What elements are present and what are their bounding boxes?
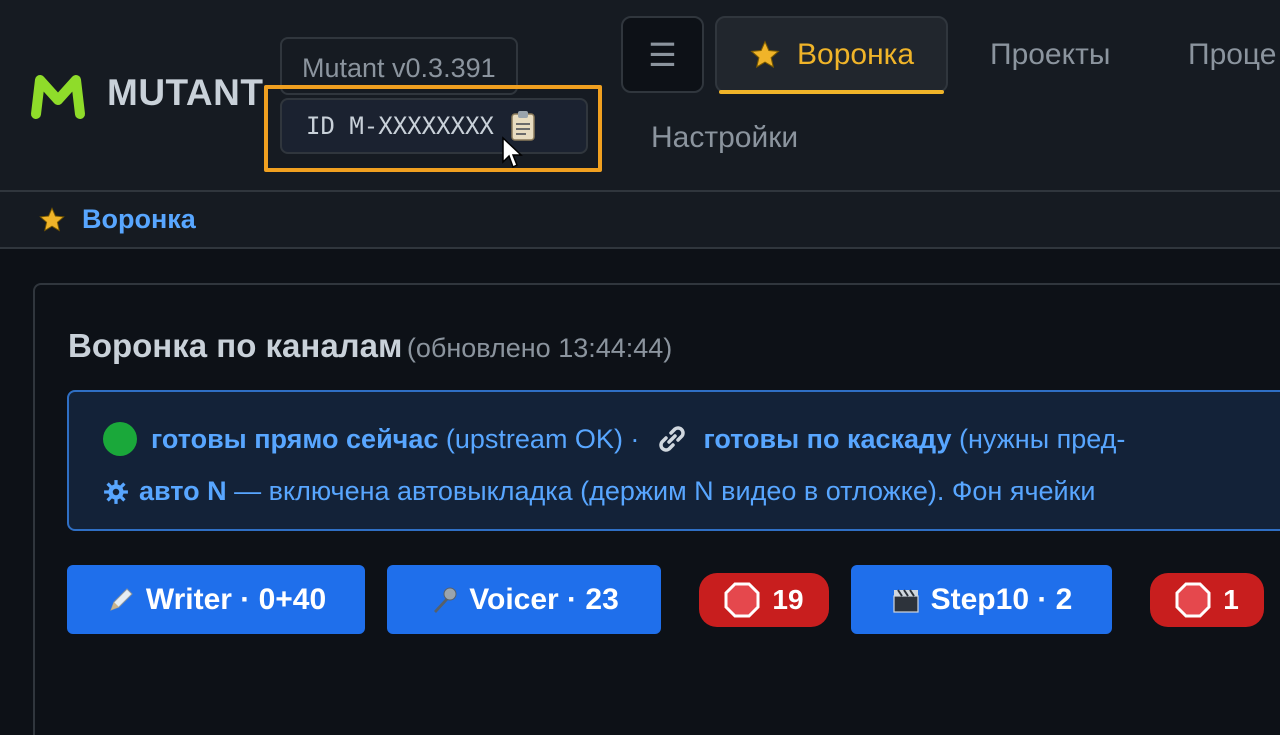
step10-stage-label: Step10 · 2 xyxy=(930,582,1073,616)
legend-ready-now: готовы прямо сейчас xyxy=(151,423,439,454)
legend-ready-cascade: готовы по каскаду xyxy=(703,423,952,454)
clapperboard-icon xyxy=(893,588,919,613)
legend-auto-note: — включена автовыкладка (держим N видео … xyxy=(226,476,1096,506)
blocked-count-badge[interactable]: 1 xyxy=(1150,573,1264,627)
star-icon xyxy=(39,206,65,231)
writer-stage-button[interactable]: Writer · 0+40 xyxy=(67,565,365,634)
breadcrumb-link[interactable]: Воронка xyxy=(82,204,196,235)
nav-tab-projects[interactable]: Проекты xyxy=(990,38,1110,72)
legend-ready-cascade-note: (нужны пред- xyxy=(951,423,1126,454)
star-icon xyxy=(750,39,780,68)
mouse-cursor-icon xyxy=(502,136,523,169)
voicer-stage-button[interactable]: Voicer · 23 xyxy=(387,565,661,634)
panel-title: Воронка по каналам (обновлено 13:44:44) xyxy=(68,327,672,365)
version-label: Mutant v0.3.391 xyxy=(280,37,518,95)
stop-sign-icon xyxy=(1175,582,1211,618)
user-id: ID M-XXXXXXXX xyxy=(306,112,494,140)
writer-stage-label: Writer · 0+40 xyxy=(145,582,327,616)
mutant-logo-icon xyxy=(31,75,85,119)
brand-name: MUTANT xyxy=(107,72,264,113)
legend-line: авто N — включена автовыкладка (держим N… xyxy=(103,476,1096,507)
stop-sign-icon xyxy=(724,582,760,618)
link-icon xyxy=(659,426,686,452)
blocked-count-badge[interactable]: 19 xyxy=(699,573,829,627)
copy-id-button[interactable]: ID M-XXXXXXXX xyxy=(280,98,588,154)
nav-tab-label: Воронка xyxy=(797,37,915,71)
green-circle-icon xyxy=(103,422,137,456)
nav-tab-processes[interactable]: Проце xyxy=(1188,38,1276,72)
nav-tab-funnel[interactable]: Воронка xyxy=(715,16,948,94)
blocked-count: 19 xyxy=(772,584,804,615)
legend-box: готовы прямо сейчас (upstream OK) · гото… xyxy=(67,390,1280,531)
menu-toggle-button[interactable]: ☰ xyxy=(621,16,704,93)
blocked-count: 1 xyxy=(1223,584,1239,615)
updated-timestamp: (обновлено 13:44:44) xyxy=(406,333,673,363)
step10-stage-button[interactable]: Step10 · 2 xyxy=(851,565,1112,634)
pen-icon xyxy=(109,587,133,611)
legend-line: готовы прямо сейчас (upstream OK) · гото… xyxy=(103,422,1125,456)
gear-icon xyxy=(104,479,128,504)
breadcrumb: Воронка xyxy=(0,192,1280,249)
voicer-stage-label: Voicer · 23 xyxy=(469,582,619,616)
panel-title-text: Воронка по каналам xyxy=(68,327,403,364)
microphone-icon xyxy=(434,587,457,613)
legend-auto: авто N xyxy=(139,476,227,506)
nav-tab-settings[interactable]: Настройки xyxy=(651,121,798,155)
legend-ready-now-note: (upstream OK) · xyxy=(438,423,640,454)
